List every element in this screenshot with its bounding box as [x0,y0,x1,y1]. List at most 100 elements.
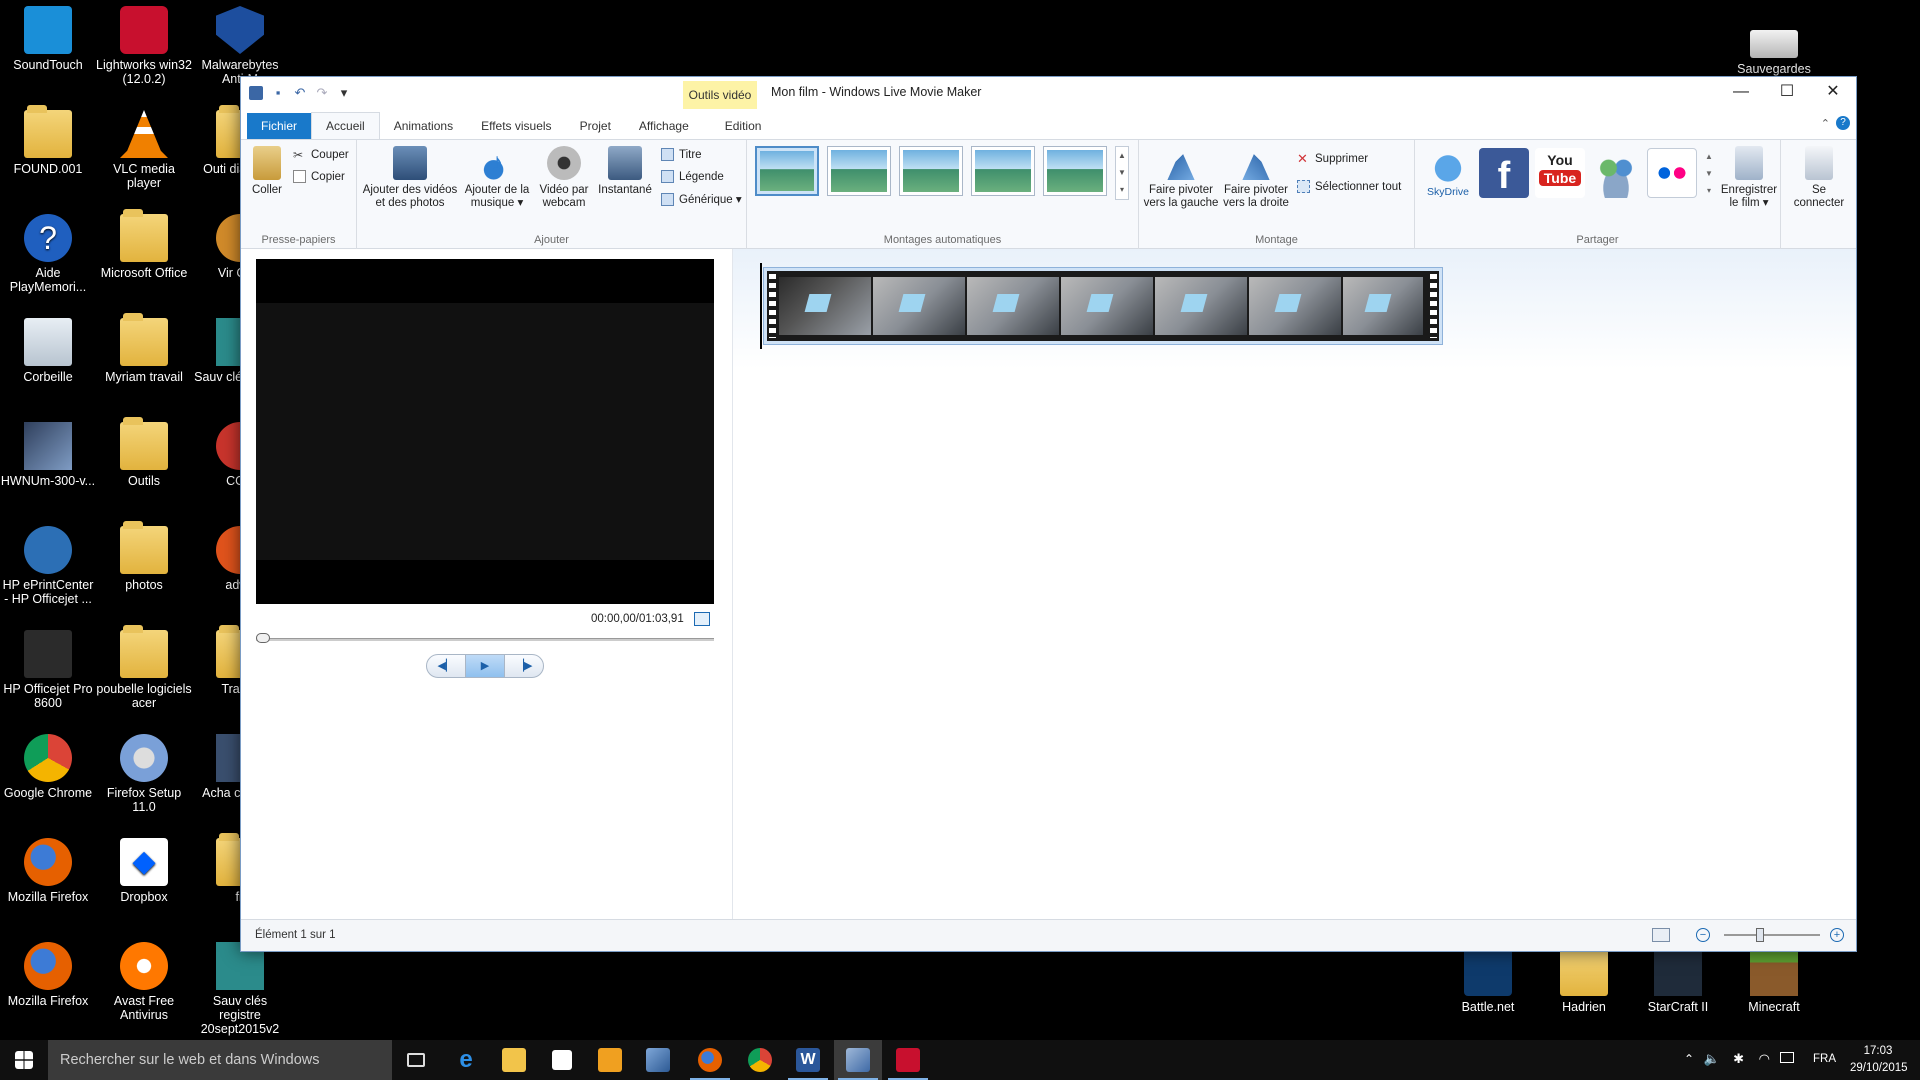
desktop-icon-found[interactable]: FOUND.001 [0,105,96,176]
tab-projet[interactable]: Projet [566,113,625,139]
desktop-icon-malwarebytes[interactable]: Malwarebytes Anti-M [192,6,288,86]
desktop-icon-recycle-bin[interactable]: Corbeille [0,318,96,384]
taskbar-lightworks[interactable] [884,1040,932,1080]
credits-button[interactable]: Générique ▾ [661,192,742,206]
youtube-icon[interactable]: You Tube [1535,148,1585,198]
desktop-icon-lightworks[interactable]: Lightworks win32 (12.0.2) [96,6,192,86]
seek-bar[interactable] [256,638,714,641]
minimize-button[interactable]: — [1718,77,1764,109]
tab-accueil[interactable]: Accueil [311,112,380,139]
paste-button[interactable]: Coller [247,146,287,197]
tab-affichage[interactable]: Affichage [625,113,703,139]
clock-date[interactable]: 29/10/2015 [1850,1062,1908,1074]
undo-icon[interactable]: ↶ [293,86,307,100]
desktop-icon-playmemories-help[interactable]: ? Aide PlayMemori... [0,214,96,294]
tab-edition[interactable]: Edition [711,113,776,139]
collapse-ribbon-icon[interactable]: ⌃ [1821,117,1830,130]
search-box[interactable]: Rechercher sur le web et dans Windows [48,1040,392,1080]
desktop-icon-dropbox[interactable]: ◆ Dropbox [96,838,192,904]
tab-effets-visuels[interactable]: Effets visuels [467,113,565,139]
desktop-icon-hp-officejet[interactable]: HP Officejet Pro 8600 [0,630,96,710]
zoom-out-icon[interactable]: − [1696,928,1710,942]
snapshot-button[interactable]: Instantané [595,146,655,197]
help-icon[interactable]: ? [1836,116,1850,130]
sign-in-button[interactable]: Se connecter [1787,146,1851,210]
close-button[interactable]: ✕ [1810,77,1856,109]
task-view-button[interactable] [392,1040,440,1080]
caption-button[interactable]: Légende [661,170,724,183]
theme-thumbnail-1[interactable] [755,146,819,196]
desktop-icon-sauv-cles-registre[interactable]: Sauv clés registre 20sept2015v2 [192,942,288,1036]
desktop-icon-hwnum[interactable]: HWNUm-300-v... [0,422,96,488]
theme-thumbnail-3[interactable] [899,146,963,196]
wifi-icon[interactable]: ◠ [1759,1051,1770,1067]
theme-thumbnail-5[interactable] [1043,146,1107,196]
customize-qa-icon[interactable]: ▾ [337,86,351,100]
desktop-icon-sauvegardes[interactable]: Sauvegardes [1726,22,1822,76]
thumbnail-size-icon[interactable] [1652,928,1670,942]
theme-gallery-scroll[interactable]: ▲ ▼ ▾ [1115,146,1129,200]
seek-handle[interactable] [256,633,270,643]
theme-thumbnail-4[interactable] [971,146,1035,196]
rotate-right-button[interactable]: Faire pivoter vers la droite [1219,146,1293,210]
input-language[interactable]: FRA [1813,1053,1836,1065]
flickr-icon[interactable] [1647,148,1697,198]
zoom-slider-handle[interactable] [1756,928,1764,942]
tab-fichier[interactable]: Fichier [247,113,312,139]
desktop-icon-battlenet[interactable]: Battle.net [1440,948,1536,1014]
taskbar-photo-gallery[interactable] [634,1040,682,1080]
notification-icon[interactable] [1780,1052,1794,1063]
group-share-icon[interactable] [1591,148,1641,198]
volume-icon[interactable]: 🔈 [1704,1051,1720,1067]
video-preview[interactable] [256,259,714,604]
desktop-icon-vlc[interactable]: VLC media player [96,110,192,190]
delete-button[interactable]: ✕ Supprimer [1297,152,1368,165]
start-button[interactable] [0,1040,48,1080]
theme-thumbnail-2[interactable] [827,146,891,196]
share-gallery-scroll[interactable]: ▲ ▼ ▾ [1703,148,1715,202]
maximize-button[interactable]: ☐ [1764,77,1810,109]
desktop-icon-firefox-2[interactable]: Mozilla Firefox [0,942,96,1008]
skydrive-button[interactable]: SkyDrive [1421,148,1475,199]
rotate-left-button[interactable]: Faire pivoter vers la gauche [1143,146,1219,210]
next-frame-button[interactable]: ▕▶ [505,655,543,677]
desktop-icon-hp-eprintcenter[interactable]: HP ePrintCenter - HP Officejet ... [0,526,96,606]
app-icon[interactable] [249,86,263,100]
show-hidden-icons[interactable]: ⌃ [1684,1052,1694,1066]
cut-button[interactable]: ✂ Couper [293,148,349,162]
desktop-icon-starcraft[interactable]: StarCraft II [1630,948,1726,1014]
play-button[interactable]: ▶ [465,655,505,677]
taskbar-edge[interactable]: e [442,1040,490,1080]
title-button[interactable]: Titre [661,148,702,161]
video-clip[interactable] [763,267,1443,345]
zoom-slider[interactable] [1724,934,1820,936]
taskbar-word[interactable]: W [784,1040,832,1080]
redo-icon[interactable]: ↷ [315,86,329,100]
taskbar-movie-maker[interactable] [834,1040,882,1080]
previous-frame-button[interactable]: ◀▏ [427,655,465,677]
desktop-icon-firefox-1[interactable]: Mozilla Firefox [0,838,96,904]
desktop-icon-google-chrome[interactable]: Google Chrome [0,734,96,800]
bluetooth-tray-icon[interactable]: ✱ [1733,1051,1744,1067]
add-videos-photos-button[interactable]: Ajouter des vidéos et des photos [361,146,459,210]
copy-button[interactable]: Copier [293,170,345,183]
desktop-icon-firefox-setup[interactable]: Firefox Setup 11.0 [96,734,192,814]
taskbar-file-explorer[interactable] [490,1040,538,1080]
taskbar-chrome[interactable] [736,1040,784,1080]
desktop-icon-microsoft-office[interactable]: Microsoft Office [96,209,192,280]
taskbar-firefox[interactable] [686,1040,734,1080]
fullscreen-preview-icon[interactable] [694,612,710,626]
desktop-icon-outils[interactable]: Outils [96,417,192,488]
save-movie-button[interactable]: Enregistrer le film ▾ [1717,146,1781,210]
desktop-icon-soundtouch[interactable]: SoundTouch [0,6,96,72]
desktop-icon-avast[interactable]: Avast Free Antivirus [96,942,192,1022]
desktop-icon-myriam-travail[interactable]: Myriam travail [96,313,192,384]
taskbar-movies[interactable] [586,1040,634,1080]
storyboard[interactable] [733,249,1856,921]
desktop-icon-minecraft[interactable]: Minecraft [1726,948,1822,1014]
tab-animations[interactable]: Animations [380,113,467,139]
clock-time[interactable]: 17:03 [1850,1045,1906,1057]
add-music-button[interactable]: ♪ Ajouter de la musique ▾ [461,146,533,210]
desktop-icon-photos[interactable]: photos [96,521,192,592]
webcam-video-button[interactable]: Vidéo par webcam [535,146,593,210]
